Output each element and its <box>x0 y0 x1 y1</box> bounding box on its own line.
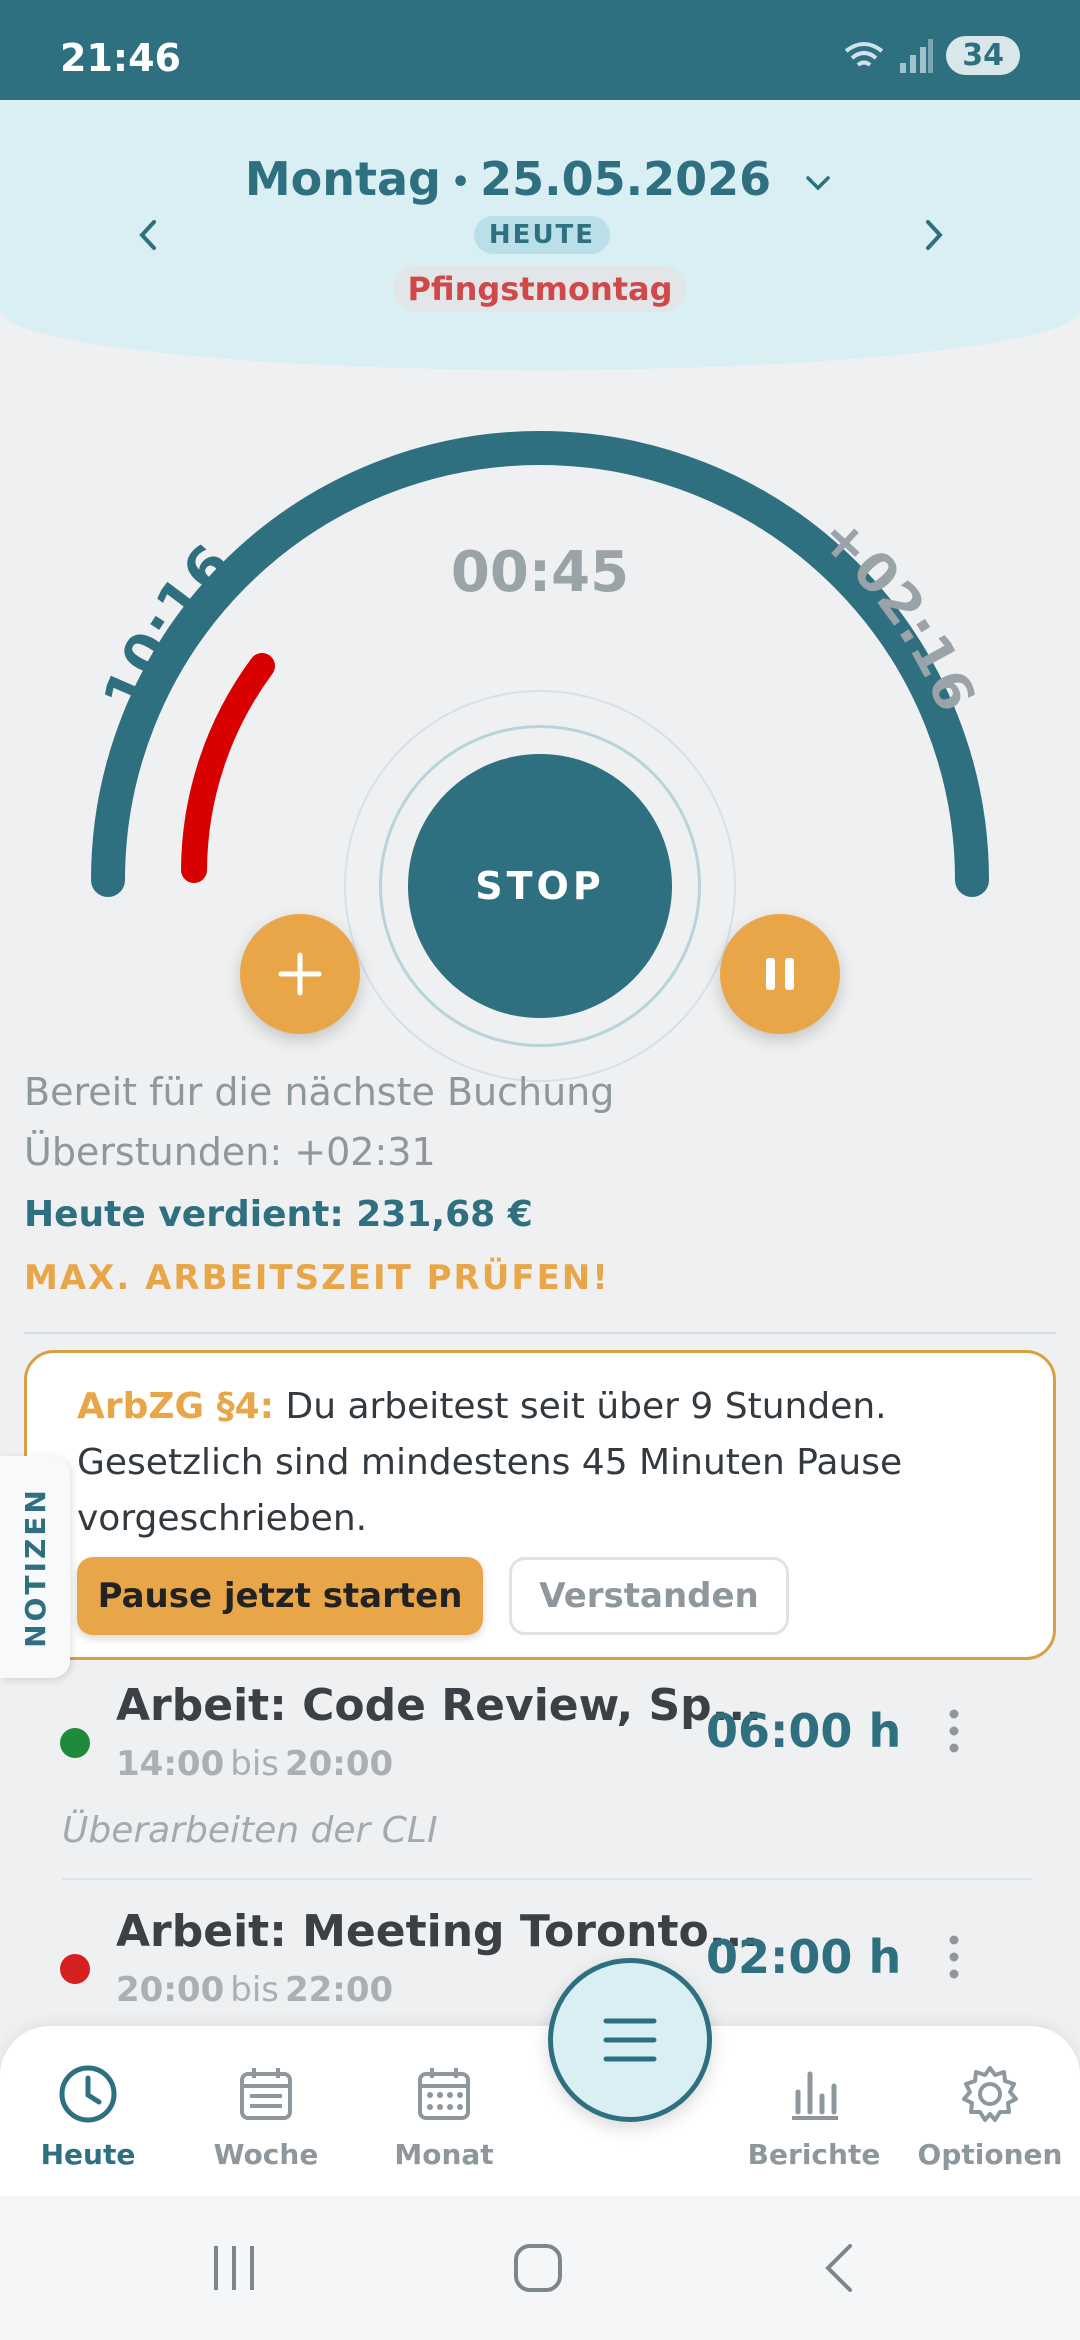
main-menu-button[interactable] <box>548 1958 712 2122</box>
entry-title: Arbeit: Code Review, Sp... <box>116 1680 762 1731</box>
elapsed-time: 00:45 <box>450 540 630 605</box>
entry-time-separator: bis <box>230 1744 279 1784</box>
nav-week[interactable]: Woche <box>186 2062 346 2171</box>
pause-icon <box>766 958 794 990</box>
understood-button[interactable]: Verstanden <box>509 1557 789 1635</box>
bottom-navigation: Heute Woche Monat Berichte Optionen <box>0 2026 1080 2196</box>
entry-time-separator: bis <box>230 1970 279 2010</box>
entry-title: Arbeit: Meeting Toronto... <box>116 1906 759 1957</box>
calendar-month-icon <box>418 2068 470 2120</box>
stop-button[interactable]: STOP <box>408 754 672 1018</box>
nav-options[interactable]: Optionen <box>910 2062 1070 2171</box>
time-entry[interactable]: Arbeit: Meeting Toronto... 20:00 bis 22:00… <box>0 1892 1080 2026</box>
clock-icon <box>59 2065 117 2123</box>
entry-time-range: 20:00 bis 22:00 <box>116 1970 393 2010</box>
entry-note: Überarbeiten der CLI <box>62 1810 438 1851</box>
system-navigation-bar <box>0 2196 1080 2340</box>
nav-month-label: Monat <box>394 2138 494 2171</box>
date-label: 25.05.2026 <box>480 152 772 206</box>
nav-reports-label: Berichte <box>747 2138 881 2171</box>
chevron-left-icon[interactable] <box>124 210 174 260</box>
notes-tab[interactable]: NOTIZEN <box>0 1456 70 1678</box>
weekday-label: Montag <box>244 152 441 206</box>
entry-status-dot <box>60 1728 90 1758</box>
work-time-gauge: 10:16 +02:16 00:45 STOP <box>0 370 1080 1090</box>
plus-icon <box>278 952 322 996</box>
nav-month[interactable]: Monat <box>364 2062 524 2171</box>
bar-chart-icon <box>792 2071 838 2120</box>
date-header: Montag • 25.05.2026 HEUTE Pfingstmontag <box>0 100 1080 370</box>
arbzg-warning-card: ArbZG §4: Du arbeitest seit über 9 Stund… <box>24 1350 1056 1660</box>
nav-reports[interactable]: Berichte <box>734 2062 894 2171</box>
holiday-badge: Pfingstmontag <box>394 266 686 312</box>
nav-today[interactable]: Heute <box>8 2062 168 2171</box>
status-bar: 21:46 34 <box>0 0 1080 100</box>
calendar-week-icon <box>240 2068 292 2120</box>
entry-duration: 02:00 h <box>706 1930 902 1984</box>
today-badge: HEUTE <box>474 216 610 254</box>
gear-icon <box>962 2066 1018 2122</box>
warning-title: ArbZG §4: <box>77 1386 275 1427</box>
time-entry[interactable]: Arbeit: Code Review, Sp... 14:00 bis 20:00… <box>0 1666 1080 1880</box>
wifi-icon <box>845 41 884 67</box>
entry-duration: 06:00 h <box>706 1704 902 1758</box>
entry-start: 20:00 <box>116 1970 225 2010</box>
back-icon[interactable] <box>810 2240 870 2296</box>
nav-week-label: Woche <box>213 2138 319 2171</box>
entry-time-range: 14:00 bis 20:00 <box>116 1744 393 1784</box>
overtime-label: Überstunden: +02:31 <box>24 1130 436 1174</box>
entry-divider <box>62 1878 1032 1880</box>
battery-indicator: 34 <box>946 36 1020 75</box>
more-vertical-icon[interactable] <box>946 1706 962 1756</box>
recent-apps-icon[interactable] <box>204 2240 264 2296</box>
divider <box>24 1332 1056 1334</box>
pause-button[interactable] <box>720 914 840 1034</box>
home-icon[interactable] <box>508 2240 568 2296</box>
notes-tab-label: NOTIZEN <box>18 1486 52 1648</box>
nav-options-label: Optionen <box>917 2138 1063 2171</box>
entry-status-dot <box>60 1954 90 1984</box>
gauge-progress-arc <box>181 653 275 883</box>
entry-end: 22:00 <box>284 1970 394 2010</box>
date-separator-dot: • <box>450 165 471 200</box>
more-vertical-icon[interactable] <box>946 1932 962 1982</box>
max-worktime-warning: MAX. ARBEITSZEIT PRÜFEN! <box>24 1258 610 1298</box>
entry-start: 14:00 <box>116 1744 225 1784</box>
status-message: Bereit für die nächste Buchung <box>24 1070 615 1114</box>
gauge-remaining-time: +02:16 <box>808 503 988 720</box>
add-entry-button[interactable] <box>240 914 360 1034</box>
entry-end: 20:00 <box>284 1744 394 1784</box>
warning-text: ArbZG §4: Du arbeitest seit über 9 Stund… <box>77 1379 1027 1547</box>
earned-today-label: Heute verdient: 231,68 € <box>24 1194 533 1235</box>
signal-icon <box>900 38 934 73</box>
nav-today-label: Heute <box>40 2138 136 2171</box>
chevron-right-icon[interactable] <box>908 210 958 260</box>
chevron-down-icon <box>806 175 830 190</box>
start-pause-button[interactable]: Pause jetzt starten <box>77 1557 483 1635</box>
status-icons: 34 <box>842 36 1020 75</box>
date-selector[interactable]: Montag • 25.05.2026 <box>0 152 1080 206</box>
menu-icon <box>603 2018 657 2062</box>
status-time: 21:46 <box>60 36 181 80</box>
